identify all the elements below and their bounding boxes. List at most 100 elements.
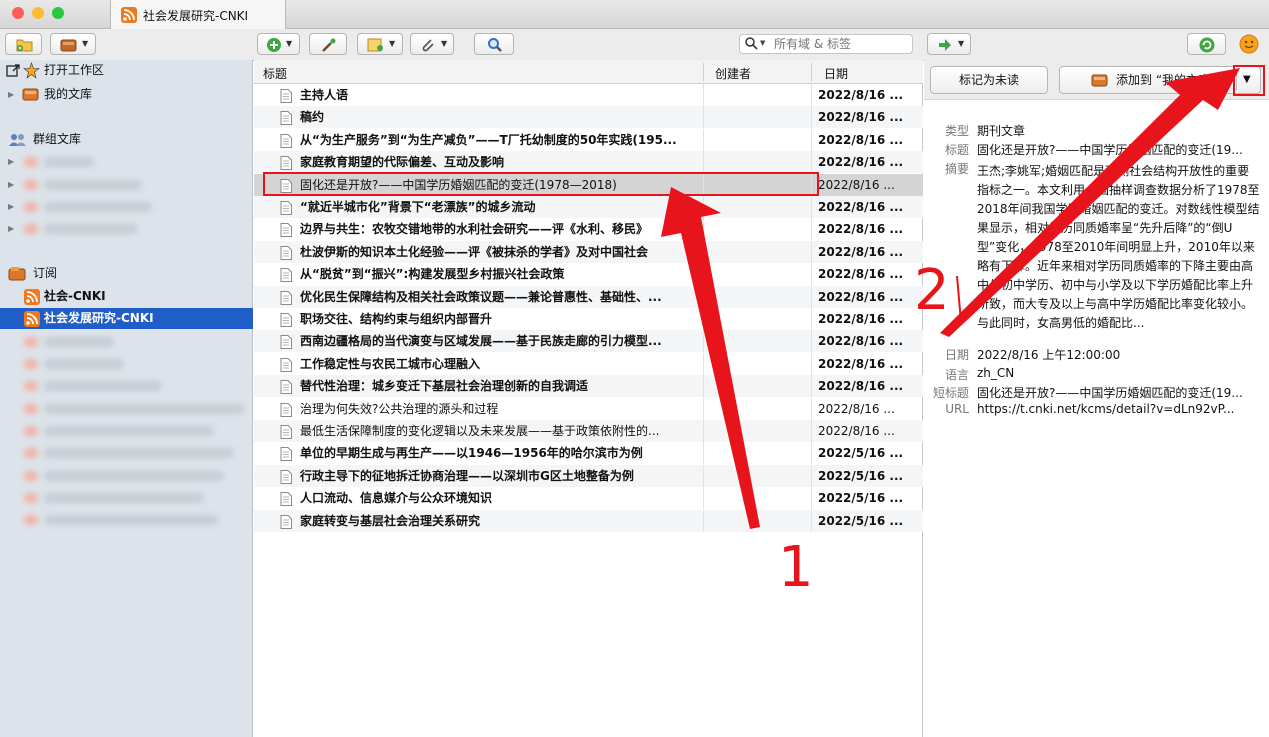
sidebar-item-feed[interactable]: [0, 465, 253, 486]
sidebar-item-group[interactable]: ▶: [0, 151, 253, 172]
search-box[interactable]: ▼: [739, 34, 913, 54]
sidebar-item-group[interactable]: ▶: [0, 218, 253, 239]
table-row[interactable]: 从“脱贫”到“振兴”:构建发展型乡村振兴社会政策 2022/8/16 ...: [254, 263, 923, 286]
search-input[interactable]: [774, 36, 908, 52]
table-row[interactable]: “就近半城市化”背景下“老漂族”的城乡流动 2022/8/16 ...: [254, 196, 923, 218]
row-title: 边界与共生：农牧交错地带的水利社会研究——评《水利、移民》: [300, 222, 649, 237]
table-row[interactable]: 家庭教育期望的代际偏差、互动及影响 2022/8/16 ...: [254, 151, 923, 174]
rss-icon: [24, 289, 40, 305]
field-value-language[interactable]: zh_CN: [977, 366, 1262, 380]
sidebar-item-feed[interactable]: [0, 398, 253, 419]
field-value-date[interactable]: 2022/8/16 上午12:00:00: [977, 346, 1262, 363]
field-value-title[interactable]: 固化还是开放?——中国学历婚姻匹配的变迁(19...: [977, 141, 1262, 158]
new-item-button[interactable]: ▼: [257, 33, 300, 55]
table-row[interactable]: 边界与共生：农牧交错地带的水利社会研究——评《水利、移民》 2022/8/16 .…: [254, 218, 923, 241]
row-date: 2022/8/16 ...: [818, 334, 904, 349]
sidebar-item-feed-shehui-fazhan-yanjiu[interactable]: 社会发展研究-CNKI: [0, 308, 253, 329]
add-to-library-button[interactable]: 添加到 “我的文库” ▼: [1059, 66, 1261, 94]
disclosure-triangle-icon[interactable]: ▶: [8, 196, 14, 217]
row-title: 治理为何失效?公共治理的源头和过程: [300, 401, 499, 416]
table-row[interactable]: 工作稳定性与农民工城市心理融入 2022/8/16 ...: [254, 352, 923, 375]
sidebar-item-label: 社会发展研究-CNKI: [44, 311, 154, 325]
column-header-date[interactable]: 日期: [824, 65, 848, 82]
table-row[interactable]: 人口流动、信息媒介与公众环境知识 2022/5/16 ...: [254, 487, 923, 510]
sidebar-item-my-library[interactable]: ▶ 我的文库: [0, 84, 253, 105]
table-row[interactable]: 职场交往、结构约束与组织内部晋升 2022/8/16 ...: [254, 308, 923, 330]
sidebar-item-group[interactable]: ▶: [0, 196, 253, 217]
close-window-button[interactable]: [12, 7, 24, 19]
group-library-label: 群组文库: [33, 132, 82, 146]
tab-feed[interactable]: 社会发展研究-CNKI: [110, 0, 286, 29]
sidebar-item-group[interactable]: ▶: [0, 174, 253, 195]
field-label-language: 语言: [944, 368, 969, 382]
add-by-identifier-button[interactable]: [309, 33, 347, 55]
table-row[interactable]: 最低生活保障制度的变化逻辑以及未来发展——基于政策依附性的... 2022/8/1…: [254, 420, 923, 442]
sidebar-item-feed[interactable]: [0, 442, 253, 463]
table-row[interactable]: 优化民生保障结构及相关社会政策议题——兼论普惠性、基础性、... 2022/8/1…: [254, 285, 923, 308]
row-title: 从“为生产服务”到“为生产减负”——T厂托幼制度的50年实践(195...: [300, 132, 677, 147]
row-title: 家庭教育期望的代际偏差、互动及影响: [300, 155, 505, 170]
new-collection-button[interactable]: [5, 33, 42, 55]
row-title: 工作稳定性与农民工城市心理融入: [300, 356, 481, 371]
zotero-plugin-icon[interactable]: [1239, 34, 1259, 54]
row-date: 2022/8/16 ...: [818, 177, 895, 192]
field-value-url[interactable]: https://t.cnki.net/kcms/detail?v=dLn92vP…: [977, 402, 1262, 416]
field-value-type[interactable]: 期刊文章: [977, 122, 1262, 139]
field-label-url: URL: [945, 402, 969, 416]
add-to-library-label: 添加到 “我的文库”: [1116, 73, 1217, 87]
new-note-button[interactable]: ▼: [357, 33, 403, 55]
new-library-button[interactable]: ▼: [50, 33, 96, 55]
table-row[interactable]: 稿约 2022/8/16 ...: [254, 106, 923, 129]
minimize-window-button[interactable]: [32, 7, 44, 19]
sidebar-item-feed[interactable]: [0, 331, 253, 352]
table-row[interactable]: 家庭转变与基层社会治理关系研究 2022/5/16 ...: [254, 509, 923, 532]
zotero-star-icon: [23, 62, 40, 79]
sidebar-item-feed-shehui-cnki[interactable]: 社会-CNKI: [0, 286, 253, 307]
sidebar-item-feed[interactable]: [0, 487, 253, 508]
disclosure-triangle-icon[interactable]: ▶: [8, 218, 14, 239]
feeds-label: 订阅: [33, 266, 58, 280]
search-mode-chevron-icon[interactable]: ▼: [760, 39, 765, 47]
chevron-down-icon: ▼: [958, 39, 965, 48]
open-workspace-item[interactable]: 打开工作区: [0, 60, 253, 81]
row-date: 2022/8/16 ...: [818, 132, 904, 147]
field-value-short-title[interactable]: 固化还是开放?——中国学历婚姻匹配的变迁(19...: [977, 384, 1262, 401]
table-row[interactable]: 西南边疆格局的当代演变与区域发展——基于民族走廊的引力模型... 2022/8/1…: [254, 330, 923, 353]
disclosure-triangle-icon[interactable]: ▶: [8, 151, 14, 172]
column-header-title[interactable]: 标题: [263, 65, 287, 82]
disclosure-triangle-icon[interactable]: ▶: [8, 174, 14, 195]
sync-icon: [1199, 37, 1215, 53]
table-row[interactable]: 从“为生产服务”到“为生产减负”——T厂托幼制度的50年实践(195... 202…: [254, 128, 923, 151]
sidebar-item-feed[interactable]: [0, 353, 253, 374]
sidebar-item-feed[interactable]: [0, 375, 253, 396]
item-detail-pane: 标记为未读 添加到 “我的文库” ▼ 类型 期刊文章 标题 固化还是开放?——中…: [924, 60, 1269, 737]
row-date: 2022/5/16 ...: [818, 513, 904, 528]
row-date: 2022/8/16 ...: [818, 356, 904, 371]
locate-button[interactable]: ▼: [927, 33, 971, 55]
annotation-number-2: 2: [914, 258, 950, 323]
rss-icon: [24, 311, 40, 327]
row-title: 人口流动、信息媒介与公众环境知识: [300, 491, 493, 506]
table-row[interactable]: 行政主导下的征地拆迁协商治理——以深圳市G区土地整备为例 2022/5/16 ..…: [254, 464, 923, 487]
zoom-window-button[interactable]: [52, 7, 64, 19]
table-row[interactable]: 主持人语 2022/8/16 ...: [254, 84, 923, 106]
table-row[interactable]: 治理为何失效?公共治理的源头和过程 2022/8/16 ...: [254, 397, 923, 420]
chevron-down-icon: ▼: [82, 39, 89, 48]
sync-button[interactable]: [1187, 33, 1226, 55]
row-title: 杜波伊斯的知识本土化经验——评《被抹杀的学者》及对中国社会: [300, 244, 649, 259]
chevron-down-icon: ▼: [286, 39, 293, 48]
search-icon: [488, 38, 502, 52]
sidebar-item-feed[interactable]: [0, 509, 253, 530]
row-title: 家庭转变与基层社会治理关系研究: [300, 513, 481, 528]
row-date: 2022/8/16 ...: [818, 155, 904, 170]
disclosure-triangle-icon[interactable]: ▶: [8, 84, 14, 105]
mark-unread-button[interactable]: 标记为未读: [930, 66, 1048, 94]
advanced-search-button[interactable]: [474, 33, 514, 55]
field-value-abstract[interactable]: 王杰;李姚军;婚姻匹配是观测社会结构开放性的重要指标之一。本文利用全国抽样调查数…: [977, 162, 1261, 333]
column-header-creator[interactable]: 创建者: [715, 65, 751, 82]
table-row[interactable]: 单位的早期生成与再生产——以1946—1956年的哈尔滨市为例 2022/5/16…: [254, 442, 923, 465]
attachment-button[interactable]: ▼: [410, 33, 454, 55]
sidebar-item-feed[interactable]: [0, 420, 253, 441]
table-row[interactable]: 替代性治理：城乡变迁下基层社会治理创新的自我调适 2022/8/16 ...: [254, 375, 923, 398]
table-row[interactable]: 杜波伊斯的知识本土化经验——评《被抹杀的学者》及对中国社会 2022/8/16 .…: [254, 240, 923, 263]
